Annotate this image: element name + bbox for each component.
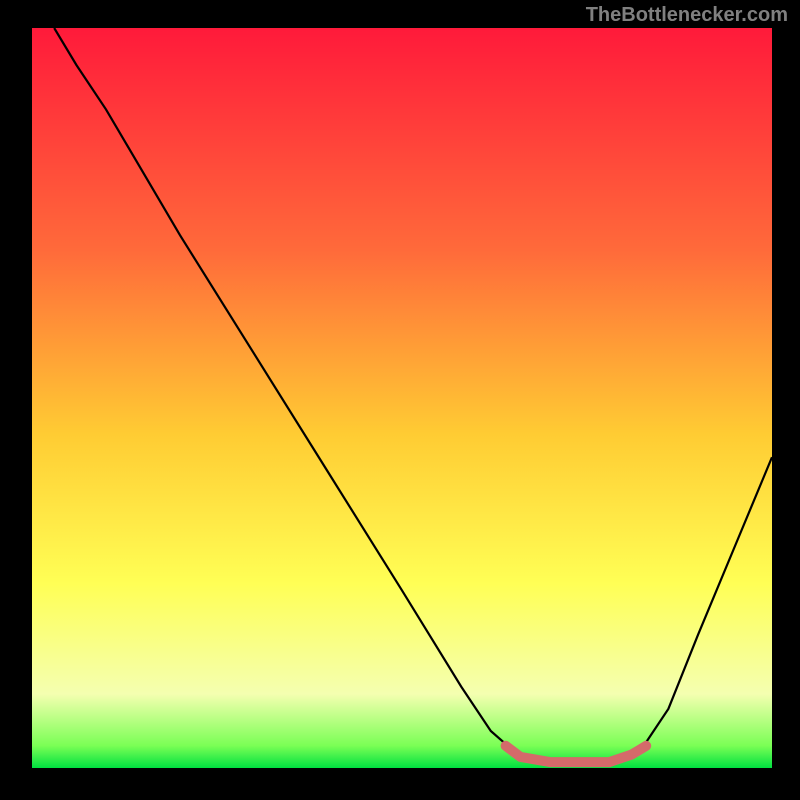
watermark-text: TheBottlenecker.com — [586, 4, 788, 27]
plot-area — [32, 28, 772, 768]
chart-container: TheBottlenecker.com — [0, 0, 800, 800]
chart-svg — [32, 28, 772, 768]
gradient-background — [32, 28, 772, 768]
